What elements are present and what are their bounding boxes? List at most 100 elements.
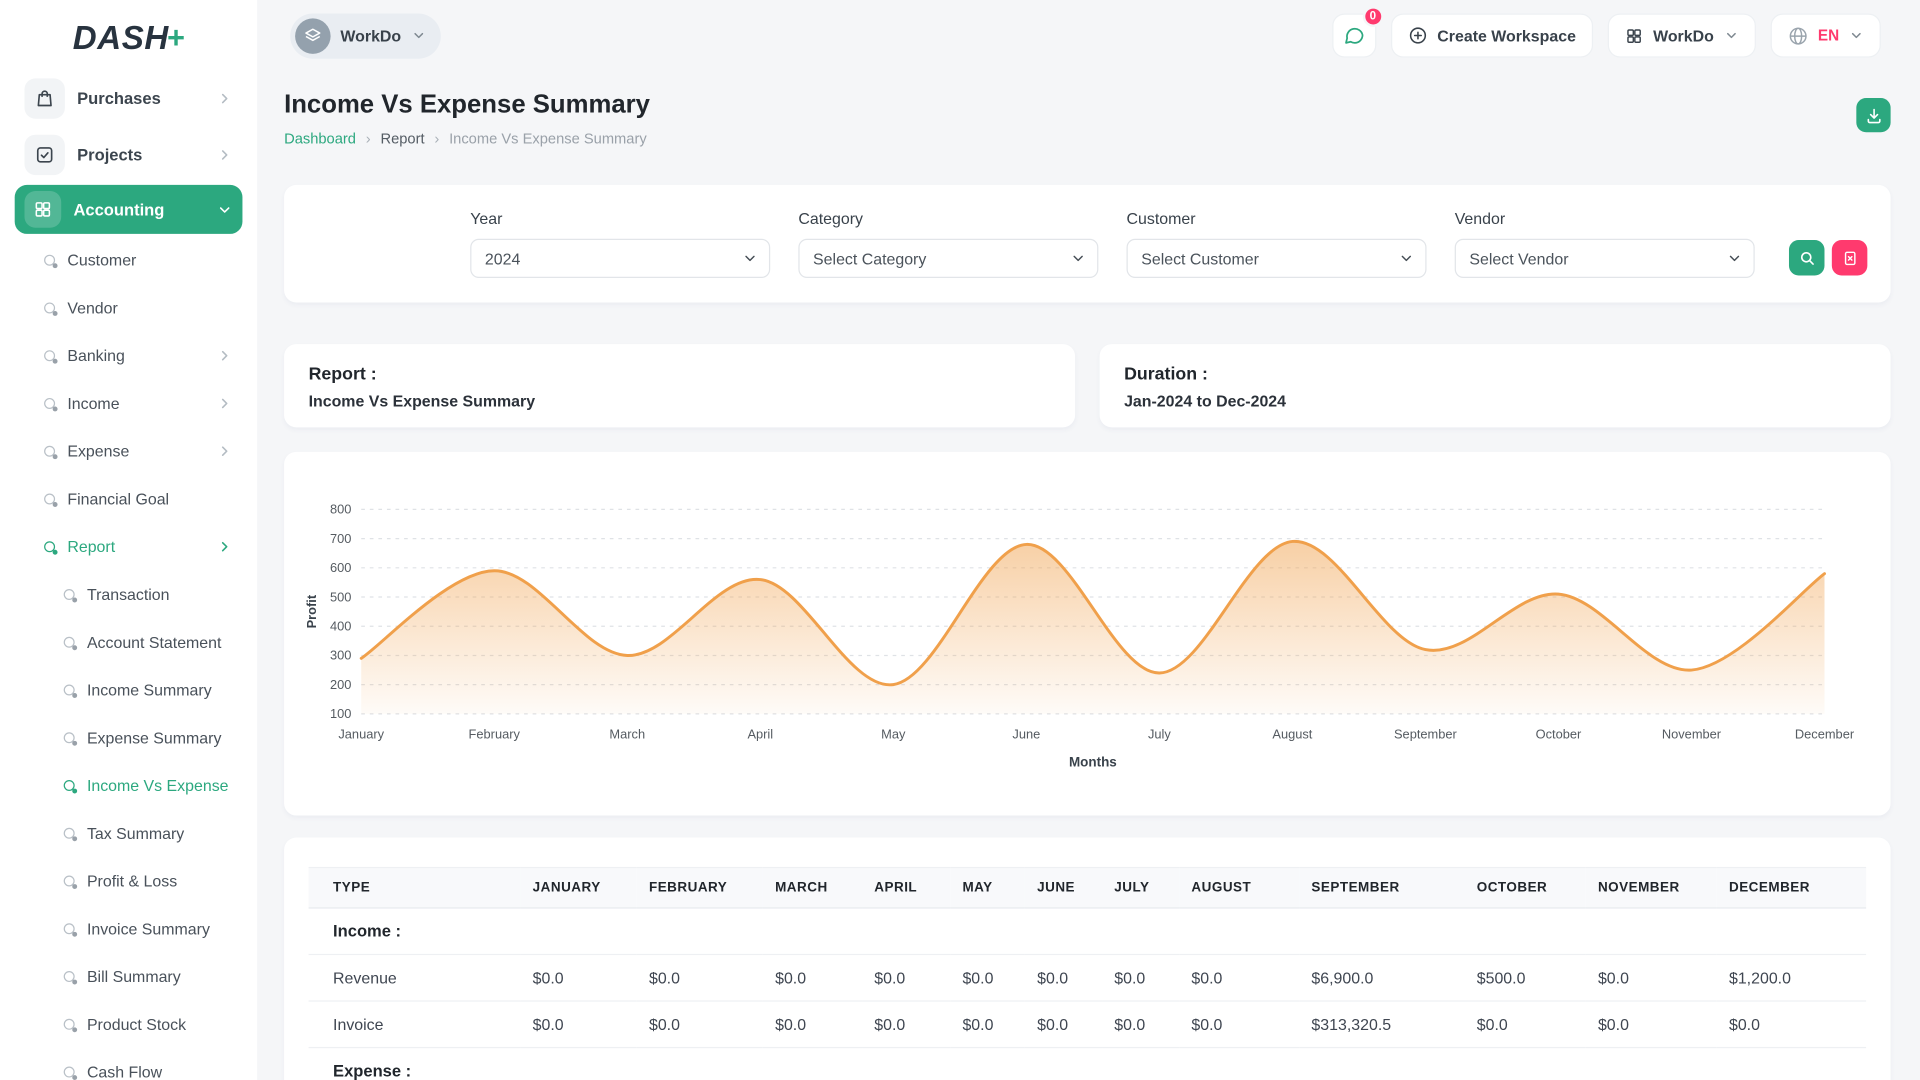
breadcrumb-report[interactable]: Report xyxy=(380,130,424,147)
sidebar-item-banking[interactable]: Banking xyxy=(15,332,243,380)
year-select[interactable]: 2024 xyxy=(470,239,770,278)
workspace-dropdown-button[interactable]: WorkDo xyxy=(1608,13,1756,57)
table-section-row: Expense : xyxy=(309,1048,1867,1080)
download-icon xyxy=(1864,106,1882,124)
svg-text:Months: Months xyxy=(1069,755,1117,770)
sidebar-item-account-statement[interactable]: Account Statement xyxy=(15,618,243,666)
empty-cell xyxy=(950,908,1025,955)
sidebar-item-purchases[interactable]: Purchases xyxy=(15,71,243,125)
messages-button[interactable]: 0 xyxy=(1332,13,1376,57)
sidebar-item-tax-summary[interactable]: Tax Summary xyxy=(15,809,243,857)
empty-cell xyxy=(1025,908,1102,955)
sidebar-item-label: Report xyxy=(67,538,115,556)
svg-text:400: 400 xyxy=(330,619,351,634)
sidebar-item-report[interactable]: Report xyxy=(15,523,243,571)
table-cell: $0.0 xyxy=(1586,954,1717,1001)
sidebar-item-bill-summary[interactable]: Bill Summary xyxy=(15,953,243,1001)
table-cell: $0.0 xyxy=(1179,954,1299,1001)
download-button[interactable] xyxy=(1856,98,1890,132)
chevron-right-icon xyxy=(217,90,233,106)
reset-button[interactable] xyxy=(1832,240,1868,276)
topbar: WorkDo 0 Create Workspace xyxy=(257,0,1920,71)
col-header-october: OCTOBER xyxy=(1464,868,1585,908)
sidebar-item-financial-goal[interactable]: Financial Goal xyxy=(15,475,243,523)
sidebar-item-product-stock[interactable]: Product Stock xyxy=(15,1000,243,1048)
col-header-december: DECEMBER xyxy=(1717,868,1866,908)
filter-actions xyxy=(1789,240,1867,278)
topbar-actions: 0 Create Workspace WorkDo xyxy=(1332,13,1881,57)
table-cell: $0.0 xyxy=(637,954,763,1001)
table-cell: $0.0 xyxy=(520,1001,636,1048)
sidebar-item-projects[interactable]: Projects xyxy=(15,127,243,181)
table-cell: $0.0 xyxy=(763,954,862,1001)
workspace-name: WorkDo xyxy=(340,26,401,44)
sidebar-item-income[interactable]: Income xyxy=(15,380,243,428)
duration-card-value: Jan-2024 to Dec-2024 xyxy=(1124,392,1866,410)
col-header-june: JUNE xyxy=(1025,868,1102,908)
table-cell: $0.0 xyxy=(862,954,950,1001)
workspace-avatar-icon xyxy=(295,18,331,54)
empty-cell xyxy=(1717,908,1866,955)
summary-cards: Report : Income Vs Expense Summary Durat… xyxy=(284,344,1891,427)
empty-cell xyxy=(1717,1048,1866,1080)
duration-card-title: Duration : xyxy=(1124,365,1866,385)
sidebar-item-accounting[interactable]: Accounting xyxy=(15,185,243,234)
brand-logo[interactable]: DASH+ xyxy=(15,12,243,63)
svg-text:300: 300 xyxy=(330,648,351,663)
messages-badge: 0 xyxy=(1362,6,1383,27)
sidebar-item-transaction[interactable]: Transaction xyxy=(15,571,243,619)
empty-cell xyxy=(1299,1048,1464,1080)
create-workspace-button[interactable]: Create Workspace xyxy=(1391,13,1593,57)
language-code: EN xyxy=(1818,27,1839,44)
sidebar-item-vendor[interactable]: Vendor xyxy=(15,284,243,332)
customer-select[interactable]: Select Customer xyxy=(1127,239,1427,278)
vendor-select[interactable]: Select Vendor xyxy=(1455,239,1755,278)
sidebar-item-customer[interactable]: Customer xyxy=(15,236,243,284)
breadcrumb-dashboard[interactable]: Dashboard xyxy=(284,130,356,147)
table-cell: $0.0 xyxy=(1102,1001,1179,1048)
chevron-right-icon xyxy=(217,146,233,162)
globe-icon xyxy=(1787,25,1808,46)
sidebar-item-label: Cash Flow xyxy=(87,1063,162,1080)
vendor-label: Vendor xyxy=(1455,209,1755,227)
sidebar-item-expense-summary[interactable]: Expense Summary xyxy=(15,714,243,762)
sidebar-item-label: Financial Goal xyxy=(67,490,169,508)
customer-label: Customer xyxy=(1127,209,1427,227)
section-title: Income : xyxy=(309,908,521,955)
svg-text:600: 600 xyxy=(330,560,351,575)
sidebar-item-cash-flow[interactable]: Cash Flow xyxy=(15,1048,243,1080)
sidebar-item-label: Customer xyxy=(67,251,136,269)
language-selector[interactable]: EN xyxy=(1770,13,1881,57)
svg-text:June: June xyxy=(1012,726,1040,741)
chart-card: 100200300400500600700800JanuaryFebruaryM… xyxy=(284,452,1891,816)
table-header-row: TYPEJANUARYFEBRUARYMARCHAPRILMAYJUNEJULY… xyxy=(309,868,1867,908)
circle-icon xyxy=(44,493,55,504)
col-header-type: TYPE xyxy=(309,868,521,908)
table-cell: $6,900.0 xyxy=(1299,954,1464,1001)
sidebar-item-expense[interactable]: Expense xyxy=(15,427,243,475)
accounting-icon xyxy=(24,191,61,228)
col-header-august: AUGUST xyxy=(1179,868,1299,908)
app: DASH+ PurchasesProjectsAccounting Custome… xyxy=(0,0,1920,1080)
table-cell: $0.0 xyxy=(520,954,636,1001)
breadcrumb-current: Income Vs Expense Summary xyxy=(449,130,647,147)
sidebar-item-label: Income Summary xyxy=(87,681,212,699)
sidebar-item-label: Invoice Summary xyxy=(87,920,210,938)
report-table-card: TYPEJANUARYFEBRUARYMARCHAPRILMAYJUNEJULY… xyxy=(284,838,1891,1080)
col-header-april: APRIL xyxy=(862,868,950,908)
search-button[interactable] xyxy=(1789,240,1825,276)
empty-cell xyxy=(1586,1048,1717,1080)
col-header-july: JULY xyxy=(1102,868,1179,908)
sidebar-item-income-summary[interactable]: Income Summary xyxy=(15,666,243,714)
sidebar-item-income-vs-expense[interactable]: Income Vs Expense xyxy=(15,762,243,810)
workspace-switcher[interactable]: WorkDo xyxy=(290,13,440,58)
table-body: Income :Revenue$0.0$0.0$0.0$0.0$0.0$0.0$… xyxy=(309,908,1867,1080)
sidebar-item-invoice-summary[interactable]: Invoice Summary xyxy=(15,905,243,953)
project-icon xyxy=(24,134,64,174)
category-select[interactable]: Select Category xyxy=(798,239,1098,278)
section-title: Expense : xyxy=(309,1048,521,1080)
workspace-dropdown-label: WorkDo xyxy=(1653,26,1714,44)
empty-cell xyxy=(1586,908,1717,955)
sidebar-item-profit-loss[interactable]: Profit & Loss xyxy=(15,857,243,905)
circle-icon xyxy=(64,637,75,648)
